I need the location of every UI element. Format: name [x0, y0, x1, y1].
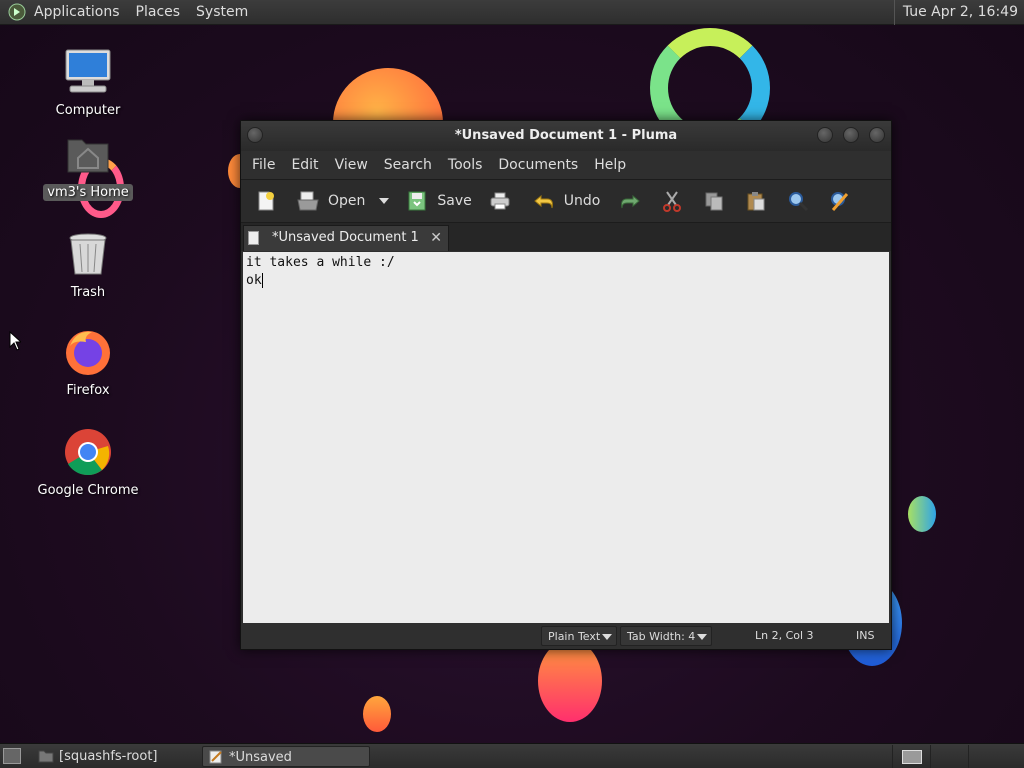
- menu-help[interactable]: Help: [586, 157, 634, 173]
- paste-icon: [744, 189, 768, 213]
- menubar: File Edit View Search Tools Documents He…: [241, 151, 891, 179]
- editor-line-current: ok: [246, 272, 886, 290]
- top-panel: Applications Places System Tue Apr 2, 16…: [0, 0, 1024, 25]
- workspace-2[interactable]: [930, 745, 968, 768]
- language-label: Plain Text: [548, 630, 601, 643]
- desktop-icon-chrome[interactable]: Google Chrome: [28, 426, 148, 499]
- cursor-position: Ln 2, Col 3: [755, 629, 814, 642]
- copy-icon: [702, 189, 726, 213]
- tab-close-icon[interactable]: ✕: [430, 226, 442, 250]
- computer-icon: [62, 46, 114, 98]
- desktop-icon-label: vm3's Home: [43, 184, 133, 201]
- paste-button[interactable]: [739, 184, 773, 218]
- search-icon: [786, 189, 810, 213]
- open-button[interactable]: Open: [291, 184, 394, 218]
- tab-width-selector[interactable]: Tab Width: 4: [620, 626, 712, 646]
- taskbar-label: [squashfs-root]: [59, 749, 158, 764]
- menu-edit[interactable]: Edit: [283, 157, 326, 173]
- language-selector[interactable]: Plain Text: [541, 626, 617, 646]
- replace-button[interactable]: [823, 184, 857, 218]
- redo-icon: [618, 189, 642, 213]
- open-folder-icon: [296, 189, 320, 213]
- maximize-button[interactable]: [843, 127, 859, 143]
- undo-icon: [532, 189, 556, 213]
- menu-search[interactable]: Search: [376, 157, 440, 173]
- statusbar: Plain Text Tab Width: 4 Ln 2, Col 3 INS: [241, 623, 891, 649]
- close-button[interactable]: [869, 127, 885, 143]
- desktop-icon-label: Firefox: [66, 383, 110, 398]
- text-editor-icon: [208, 750, 224, 764]
- chevron-down-icon: [602, 634, 612, 640]
- text-editor-area[interactable]: it takes a while :/ ok: [243, 252, 889, 623]
- desktop-icon-firefox[interactable]: Firefox: [28, 326, 148, 399]
- new-document-icon: [254, 189, 278, 213]
- taskbar-label: *Unsaved Documen...: [229, 750, 292, 765]
- copy-button[interactable]: [697, 184, 731, 218]
- desktop-icon-label: Trash: [70, 285, 106, 300]
- print-icon: [488, 189, 512, 213]
- desktop-icon-home[interactable]: vm3's Home: [28, 128, 148, 201]
- editor-line: ok: [246, 273, 262, 288]
- taskbar-item-squashfs-root[interactable]: [squashfs-root]: [33, 746, 198, 767]
- mate-logo-icon: [8, 3, 26, 21]
- desktop-icon-trash[interactable]: Trash: [28, 228, 148, 301]
- document-icon: [248, 231, 259, 245]
- text-cursor: [261, 273, 263, 288]
- clock[interactable]: Tue Apr 2, 16:49: [893, 0, 1024, 25]
- wallpaper-orange-dot: [363, 696, 391, 732]
- pluma-window[interactable]: *Unsaved Document 1 - Pluma File Edit Vi…: [240, 120, 892, 650]
- desktop-icon-label: Google Chrome: [37, 483, 139, 498]
- tab-unsaved-document-1[interactable]: *Unsaved Document 1 ✕: [243, 225, 449, 251]
- find-button[interactable]: [781, 184, 815, 218]
- undo-button[interactable]: Undo: [527, 184, 606, 218]
- chrome-icon: [62, 426, 114, 478]
- save-icon: [405, 189, 429, 213]
- wallpaper-pink-blob: [538, 640, 602, 722]
- editor-line: it takes a while :/: [246, 255, 395, 270]
- menu-file[interactable]: File: [244, 157, 283, 173]
- new-button[interactable]: [249, 184, 283, 218]
- redo-button[interactable]: [613, 184, 647, 218]
- applications-menu[interactable]: Applications: [26, 0, 128, 25]
- system-menu[interactable]: System: [188, 0, 256, 25]
- insert-mode: INS: [856, 629, 875, 642]
- trash-icon: [62, 228, 114, 280]
- folder-icon: [38, 749, 54, 763]
- undo-label: Undo: [563, 193, 601, 209]
- open-recent-dropdown[interactable]: [379, 198, 390, 204]
- find-replace-icon: [828, 189, 852, 213]
- show-desktop-icon[interactable]: [3, 748, 21, 764]
- minimize-button[interactable]: [817, 127, 833, 143]
- save-button[interactable]: Save: [400, 184, 476, 218]
- window-titlebar[interactable]: *Unsaved Document 1 - Pluma: [241, 121, 891, 151]
- workspace-1[interactable]: [892, 745, 930, 768]
- cut-button[interactable]: [655, 184, 689, 218]
- print-button[interactable]: [483, 184, 517, 218]
- desktop-icon-computer[interactable]: Computer: [28, 46, 148, 119]
- open-label: Open: [328, 193, 366, 209]
- toolbar: Open Save Undo: [241, 179, 891, 223]
- menu-view[interactable]: View: [327, 157, 376, 173]
- menu-documents[interactable]: Documents: [490, 157, 586, 173]
- home-folder-icon: [62, 128, 114, 180]
- desktop-icon-label: Computer: [55, 103, 121, 118]
- places-menu[interactable]: Places: [128, 0, 189, 25]
- document-tabbar: *Unsaved Document 1 ✕: [241, 223, 891, 251]
- firefox-icon: [62, 326, 114, 378]
- window-menu-button[interactable]: [247, 127, 263, 143]
- tab-label: *Unsaved Document 1: [272, 230, 419, 245]
- chevron-down-icon: [697, 634, 707, 640]
- save-label: Save: [437, 193, 472, 209]
- wallpaper-teal-blob: [908, 496, 936, 532]
- tab-width-label: Tab Width: 4: [627, 630, 696, 643]
- mouse-pointer-icon: [9, 330, 23, 355]
- scissors-icon: [660, 189, 684, 213]
- bottom-panel: [squashfs-root] *Unsaved Documen...: [0, 743, 1024, 768]
- window-title: *Unsaved Document 1 - Pluma: [454, 128, 678, 143]
- workspace-3[interactable]: [968, 745, 1006, 768]
- taskbar-item-pluma[interactable]: *Unsaved Documen...: [202, 746, 370, 767]
- menu-tools[interactable]: Tools: [440, 157, 491, 173]
